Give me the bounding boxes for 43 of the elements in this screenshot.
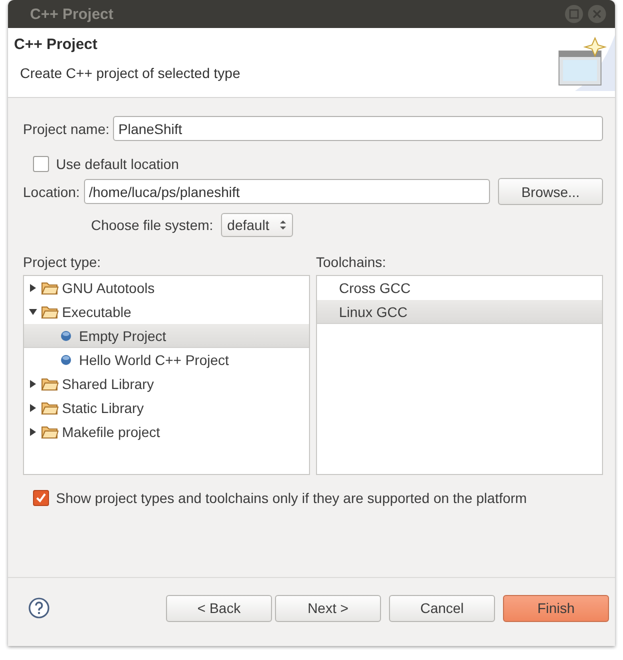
tree-item[interactable]: Hello World C++ Project — [24, 348, 309, 372]
page-title: C++ Project — [14, 36, 98, 53]
collapsed-arrow-icon[interactable] — [28, 282, 38, 292]
wizard-button[interactable]: Next > — [275, 594, 381, 622]
project-name-field[interactable]: PlaneShift — [113, 116, 603, 141]
checkbox-label: Show project types and toolchains only if they are supported on the platform — [56, 490, 527, 506]
file-system-dropdown[interactable]: default — [221, 213, 294, 237]
bullet-icon — [60, 354, 72, 366]
checkbox-label: Use default location — [56, 156, 179, 172]
tree-item[interactable]: Makefile project — [24, 420, 309, 444]
project-type-label: Project type: — [23, 254, 102, 270]
tree-item[interactable]: Shared Library — [24, 372, 309, 396]
page-description: Create C++ project of selected type — [19, 65, 242, 81]
folder-icon — [41, 424, 59, 438]
wizard-button[interactable]: Cancel — [389, 594, 495, 622]
tree-item[interactable]: Empty Project — [24, 324, 309, 348]
browse-button[interactable]: Browse... — [498, 178, 603, 205]
list-item[interactable]: Cross GCC — [317, 276, 602, 300]
file-system-label: Choose file system: — [91, 217, 214, 233]
toolchains-label: Toolchains: — [316, 254, 388, 270]
folder-icon — [41, 280, 59, 294]
collapsed-arrow-icon[interactable] — [28, 402, 38, 412]
help-icon[interactable] — [28, 597, 50, 619]
wizard-button[interactable]: Finish — [503, 594, 609, 622]
checkbox[interactable] — [33, 156, 49, 172]
folder-icon — [41, 400, 59, 414]
checkbox[interactable] — [33, 490, 49, 506]
tree-item[interactable]: GNU Autotools — [24, 276, 309, 300]
collapsed-arrow-icon[interactable] — [28, 426, 38, 436]
list-item[interactable]: Linux GCC — [317, 300, 602, 324]
tree-item[interactable]: Static Library — [24, 396, 309, 420]
project-name-label: Project name: — [23, 120, 110, 136]
expanded-arrow-icon[interactable] — [28, 306, 38, 316]
folder-icon — [41, 376, 59, 390]
tree-item[interactable]: Executable — [24, 300, 309, 324]
bullet-icon — [60, 330, 72, 342]
location-field[interactable]: /home/luca/ps/planeshift — [84, 179, 490, 204]
location-label: Location: — [23, 184, 80, 200]
spinner-icon — [279, 219, 288, 231]
folder-icon — [41, 304, 59, 318]
window-title: C++ Project — [30, 6, 114, 22]
collapsed-arrow-icon[interactable] — [28, 378, 38, 388]
wizard-button[interactable]: < Back — [166, 594, 272, 622]
